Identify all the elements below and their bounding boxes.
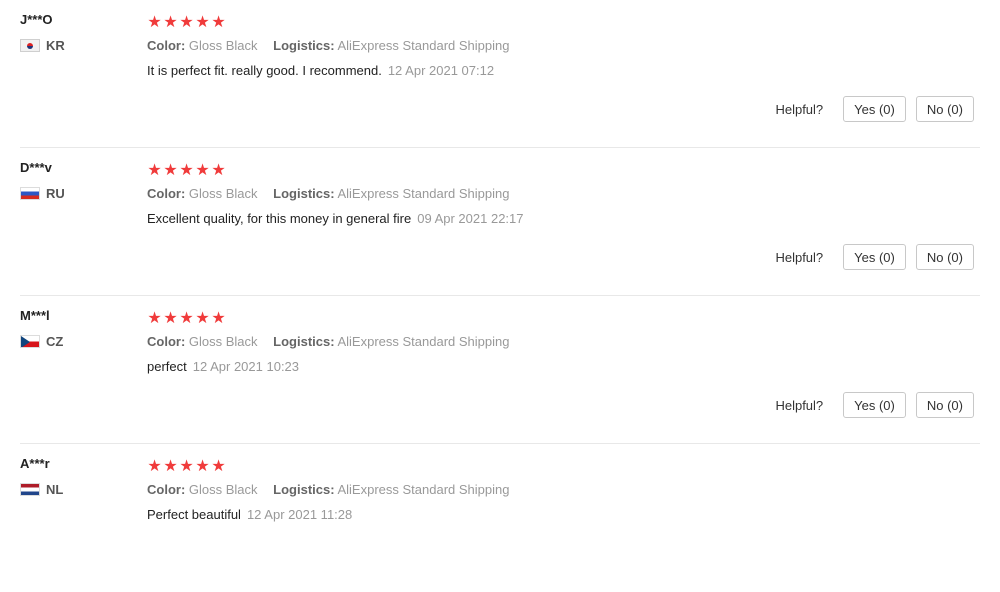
color-label: Color:	[147, 334, 186, 349]
reviewer-name: A***r	[20, 456, 50, 471]
flag-ru-icon	[20, 187, 40, 200]
star-icon: ★	[195, 310, 211, 327]
star-rating: ★★★★★	[147, 308, 227, 328]
logistics-label: Logistics:	[273, 38, 335, 53]
star-icon: ★	[195, 162, 211, 179]
helpful-label: Helpful?	[775, 101, 824, 117]
logistics-label: Logistics:	[273, 334, 335, 349]
country-code: KR	[46, 38, 65, 53]
helpful-section: Helpful? Yes (0) No (0)	[775, 392, 974, 418]
review-text: It is perfect fit. really good. I recomm…	[147, 63, 382, 78]
review-meta: Color: Gloss Black Logistics: AliExpress…	[147, 38, 509, 53]
logistics-value: AliExpress Standard Shipping	[337, 186, 510, 201]
country-code: RU	[46, 186, 65, 201]
star-rating: ★★★★★	[147, 456, 227, 476]
logistics-label: Logistics:	[273, 186, 335, 201]
color-label: Color:	[147, 186, 186, 201]
review-meta: Color: Gloss Black Logistics: AliExpress…	[147, 482, 509, 497]
star-icon: ★	[211, 458, 227, 475]
flag-cz-icon	[20, 335, 40, 348]
reviewer-name: D***v	[20, 160, 52, 175]
star-icon: ★	[163, 14, 179, 31]
reviewer-name: M***l	[20, 308, 50, 323]
star-icon: ★	[179, 458, 195, 475]
star-rating: ★★★★★	[147, 12, 227, 32]
logistics-value: AliExpress Standard Shipping	[337, 334, 510, 349]
review-date: 12 Apr 2021 11:28	[246, 507, 353, 522]
review-meta: Color: Gloss Black Logistics: AliExpress…	[147, 186, 509, 201]
review-text: Perfect beautiful	[147, 507, 241, 522]
star-rating: ★★★★★	[147, 160, 227, 180]
logistics-label: Logistics:	[273, 482, 335, 497]
color-value: Gloss Black	[188, 38, 258, 53]
color-label: Color:	[147, 38, 186, 53]
flag-kr-icon	[20, 39, 40, 52]
helpful-no-button[interactable]: No (0)	[915, 96, 974, 122]
review-date: 12 Apr 2021 10:23	[192, 359, 300, 374]
helpful-yes-button[interactable]: Yes (0)	[843, 244, 906, 270]
review-text: perfect	[147, 359, 187, 374]
star-icon: ★	[179, 14, 195, 31]
review-feed: J***O KR ★★★★★ Color: Gloss Black Logist…	[0, 0, 1000, 543]
review-item: D***v RU ★★★★★ Color: Gloss Black Logist…	[0, 148, 1000, 296]
color-value: Gloss Black	[188, 186, 258, 201]
country-code: NL	[46, 482, 64, 497]
reviewer-name: J***O	[20, 12, 53, 27]
review-body: Perfect beautiful 12 Apr 2021 11:28	[147, 507, 352, 522]
star-icon: ★	[147, 458, 163, 475]
helpful-section: Helpful? Yes (0) No (0)	[775, 96, 974, 122]
star-icon: ★	[163, 162, 179, 179]
star-icon: ★	[163, 458, 179, 475]
review-item: A***r NL ★★★★★ Color: Gloss Black Logist…	[0, 444, 1000, 592]
reviewer-country: NL	[20, 482, 63, 497]
review-body: perfect 12 Apr 2021 10:23	[147, 359, 299, 374]
logistics-value: AliExpress Standard Shipping	[337, 38, 510, 53]
helpful-no-button[interactable]: No (0)	[915, 244, 974, 270]
star-icon: ★	[147, 162, 163, 179]
logistics-value: AliExpress Standard Shipping	[337, 482, 510, 497]
review-body: It is perfect fit. really good. I recomm…	[147, 63, 494, 78]
helpful-label: Helpful?	[775, 249, 824, 265]
star-icon: ★	[195, 14, 211, 31]
reviewer-country: RU	[20, 186, 65, 201]
color-label: Color:	[147, 482, 186, 497]
review-meta: Color: Gloss Black Logistics: AliExpress…	[147, 334, 509, 349]
flag-nl-icon	[20, 483, 40, 496]
helpful-no-button[interactable]: No (0)	[915, 392, 974, 418]
review-body: Excellent quality, for this money in gen…	[147, 211, 524, 226]
star-icon: ★	[163, 310, 179, 327]
helpful-section: Helpful? Yes (0) No (0)	[775, 244, 974, 270]
star-icon: ★	[179, 162, 195, 179]
reviewer-country: KR	[20, 38, 65, 53]
star-icon: ★	[211, 14, 227, 31]
review-text: Excellent quality, for this money in gen…	[147, 211, 412, 226]
review-item: J***O KR ★★★★★ Color: Gloss Black Logist…	[0, 0, 1000, 148]
star-icon: ★	[211, 162, 227, 179]
helpful-yes-button[interactable]: Yes (0)	[843, 96, 906, 122]
review-item: M***l CZ ★★★★★ Color: Gloss Black Logist…	[0, 296, 1000, 444]
star-icon: ★	[179, 310, 195, 327]
color-value: Gloss Black	[188, 334, 258, 349]
reviewer-country: CZ	[20, 334, 63, 349]
review-date: 09 Apr 2021 22:17	[417, 211, 524, 226]
color-value: Gloss Black	[188, 482, 258, 497]
star-icon: ★	[147, 310, 163, 327]
star-icon: ★	[147, 14, 163, 31]
country-code: CZ	[46, 334, 64, 349]
helpful-yes-button[interactable]: Yes (0)	[843, 392, 906, 418]
helpful-label: Helpful?	[775, 397, 824, 413]
star-icon: ★	[211, 310, 227, 327]
star-icon: ★	[195, 458, 211, 475]
review-date: 12 Apr 2021 07:12	[387, 63, 495, 78]
